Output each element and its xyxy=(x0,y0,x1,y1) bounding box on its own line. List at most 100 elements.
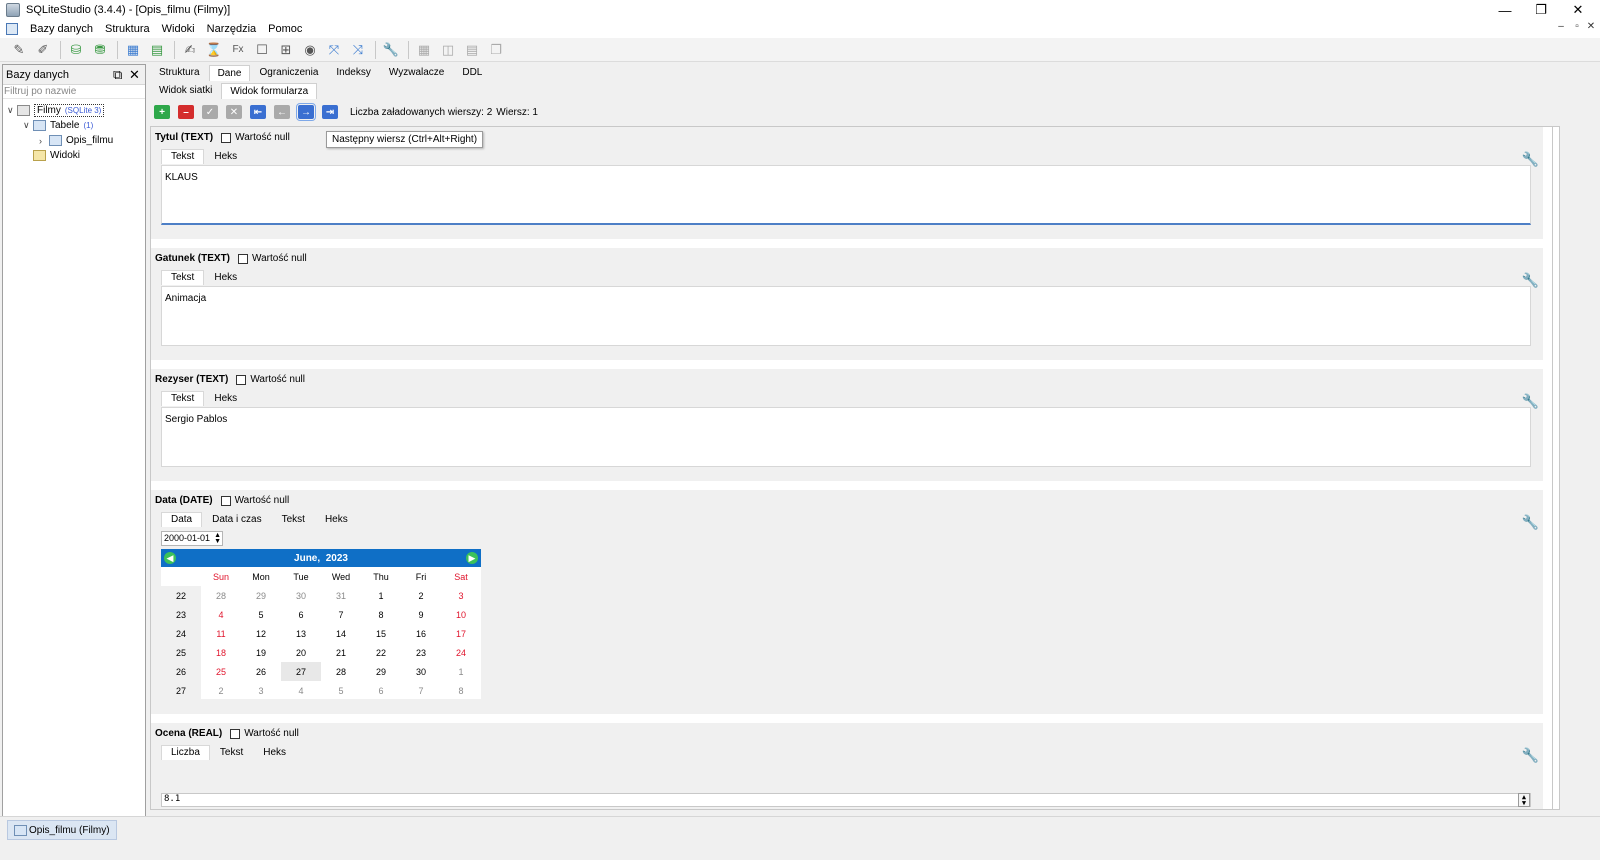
tytul-text-editor[interactable]: KLAUS xyxy=(161,165,1531,225)
tab-ddl[interactable]: DDL xyxy=(453,64,491,81)
tab-heks[interactable]: Heks xyxy=(204,391,247,406)
calendar-day[interactable]: 11 xyxy=(201,624,241,643)
tab-liczba[interactable]: Liczba xyxy=(161,745,210,760)
mdi-close-button[interactable]: ✕ xyxy=(1583,21,1599,32)
rollback-button[interactable]: ✕ xyxy=(226,105,242,119)
calendar-day[interactable]: 7 xyxy=(401,681,441,700)
tab-tekst[interactable]: Tekst xyxy=(272,512,315,527)
menu-bazy-danych[interactable]: Bazy danych xyxy=(24,23,99,35)
calendar-day[interactable]: 10 xyxy=(441,605,481,624)
cascade-icon[interactable]: ❐ xyxy=(487,41,505,59)
wrench-icon[interactable]: 🔧 xyxy=(1522,747,1539,764)
tab-tekst[interactable]: Tekst xyxy=(161,391,205,406)
tab-heks[interactable]: Heks xyxy=(253,745,296,760)
insert-row-button[interactable]: + xyxy=(154,105,170,119)
connect-icon[interactable]: ✎ xyxy=(10,41,28,59)
functions-icon[interactable]: Fx xyxy=(229,41,247,59)
calendar-day[interactable]: 2 xyxy=(401,586,441,605)
calendar-day[interactable]: 26 xyxy=(241,662,281,681)
next-month-icon[interactable]: ▶ xyxy=(466,552,478,564)
null-checkbox[interactable] xyxy=(238,253,249,264)
calendar-day[interactable]: 6 xyxy=(361,681,401,700)
calendar-day[interactable]: 19 xyxy=(241,643,281,662)
tree-tables[interactable]: ∨ Tabele (1) xyxy=(23,118,93,133)
calendar-day[interactable]: 22 xyxy=(361,643,401,662)
prev-month-icon[interactable]: ◀ xyxy=(164,552,176,564)
add-db-icon[interactable]: ⛁ xyxy=(67,41,85,59)
menu-widoki[interactable]: Widoki xyxy=(156,23,201,35)
tab-tekst[interactable]: Tekst xyxy=(161,149,205,164)
float-dock-icon[interactable]: ⧉ xyxy=(113,67,122,83)
collations-icon[interactable]: ☐ xyxy=(253,41,271,59)
tile-h-icon[interactable]: ◫ xyxy=(439,41,457,59)
calendar-day[interactable]: 18 xyxy=(201,643,241,662)
delete-row-button[interactable]: – xyxy=(178,105,194,119)
rezyser-text-editor[interactable]: Sergio Pablos xyxy=(161,407,1531,467)
tree-table-opis-filmu[interactable]: › Opis_filmu xyxy=(39,133,113,148)
calendar-day[interactable]: 21 xyxy=(321,643,361,662)
remove-db-icon[interactable]: ⛃ xyxy=(91,41,109,59)
maximize-button[interactable]: ❐ xyxy=(1523,0,1559,20)
new-view-icon[interactable]: ▤ xyxy=(148,41,166,59)
chevron-down-icon[interactable]: ∨ xyxy=(7,105,17,116)
calendar-day[interactable]: 13 xyxy=(281,624,321,643)
tab-struktura[interactable]: Struktura xyxy=(150,64,209,81)
calendar-day[interactable]: 25 xyxy=(201,662,241,681)
next-row-button[interactable]: → xyxy=(296,103,316,121)
calendar-day[interactable]: 8 xyxy=(441,681,481,700)
tile-icon[interactable]: ▦ xyxy=(415,41,433,59)
sql-editor-icon[interactable]: ✍ xyxy=(181,41,199,59)
previous-row-button[interactable]: ← xyxy=(274,105,290,119)
calendar-day[interactable]: 17 xyxy=(441,624,481,643)
calendar-day[interactable]: 1 xyxy=(441,662,481,681)
null-checkbox[interactable] xyxy=(221,132,232,143)
calendar-day[interactable]: 28 xyxy=(321,662,361,681)
last-row-button[interactable]: ⇥ xyxy=(322,105,338,119)
extensions-icon[interactable]: ⊞ xyxy=(277,41,295,59)
tab-form-view[interactable]: Widok formularza xyxy=(221,83,318,99)
date-spinbox[interactable]: 2000-01-01 ▲ ▼ xyxy=(161,531,223,546)
calendar-day[interactable]: 29 xyxy=(361,662,401,681)
calendar-day[interactable]: 6 xyxy=(281,605,321,624)
calendar-widget[interactable]: ◀ June, 2023 ▶ Sun Mon Tue Wed Thu Fri Sat 22 28… xyxy=(161,549,481,700)
calendar-day[interactable]: 7 xyxy=(321,605,361,624)
calendar-day[interactable]: 9 xyxy=(401,605,441,624)
close-button[interactable]: ✕ xyxy=(1560,0,1596,20)
calendar-day[interactable]: 5 xyxy=(321,681,361,700)
wrench-icon[interactable]: 🔧 xyxy=(382,41,400,59)
tree-views[interactable]: Widoki xyxy=(33,148,80,163)
calendar-day[interactable]: 15 xyxy=(361,624,401,643)
tab-data-i-czas[interactable]: Data i czas xyxy=(202,512,271,527)
commit-button[interactable]: ✓ xyxy=(202,105,218,119)
minimize-button[interactable]: — xyxy=(1487,0,1523,20)
calendar-day[interactable]: 1 xyxy=(361,586,401,605)
tab-heks[interactable]: Heks xyxy=(204,270,247,285)
calendar-day[interactable]: 31 xyxy=(321,586,361,605)
chevron-right-icon[interactable]: › xyxy=(39,136,49,146)
import-icon[interactable]: ◉ xyxy=(301,41,319,59)
calendar-day[interactable]: 3 xyxy=(241,681,281,700)
new-table-icon[interactable]: ▦ xyxy=(124,41,142,59)
export-icon[interactable]: ⤧ xyxy=(325,41,343,59)
menu-narzedzia[interactable]: Narzędzia xyxy=(201,23,263,35)
calendar-day[interactable]: 3 xyxy=(441,586,481,605)
calendar-day[interactable]: 14 xyxy=(321,624,361,643)
calendar-day[interactable]: 30 xyxy=(281,586,321,605)
disconnect-icon[interactable]: ✐ xyxy=(34,41,52,59)
calendar-day[interactable]: 16 xyxy=(401,624,441,643)
tab-tekst[interactable]: Tekst xyxy=(210,745,253,760)
gatunek-text-editor[interactable]: Animacja xyxy=(161,286,1531,346)
first-row-button[interactable]: ⇤ xyxy=(250,105,266,119)
calendar-day[interactable]: 28 xyxy=(201,586,241,605)
spin-arrows-icon[interactable]: ▲ ▼ xyxy=(214,532,221,545)
calendar-day[interactable]: 27 xyxy=(281,662,321,681)
calendar-day[interactable]: 8 xyxy=(361,605,401,624)
calendar-day[interactable]: 30 xyxy=(401,662,441,681)
tile-v-icon[interactable]: ▤ xyxy=(463,41,481,59)
calendar-day[interactable]: 29 xyxy=(241,586,281,605)
tab-grid-view[interactable]: Widok siatki xyxy=(150,82,221,99)
settings-icon[interactable]: ⤨ xyxy=(349,41,367,59)
calendar-day[interactable]: 23 xyxy=(401,643,441,662)
calendar-day[interactable]: 20 xyxy=(281,643,321,662)
ocena-number-input[interactable]: 8.1 ▲ ▼ xyxy=(161,793,1531,807)
